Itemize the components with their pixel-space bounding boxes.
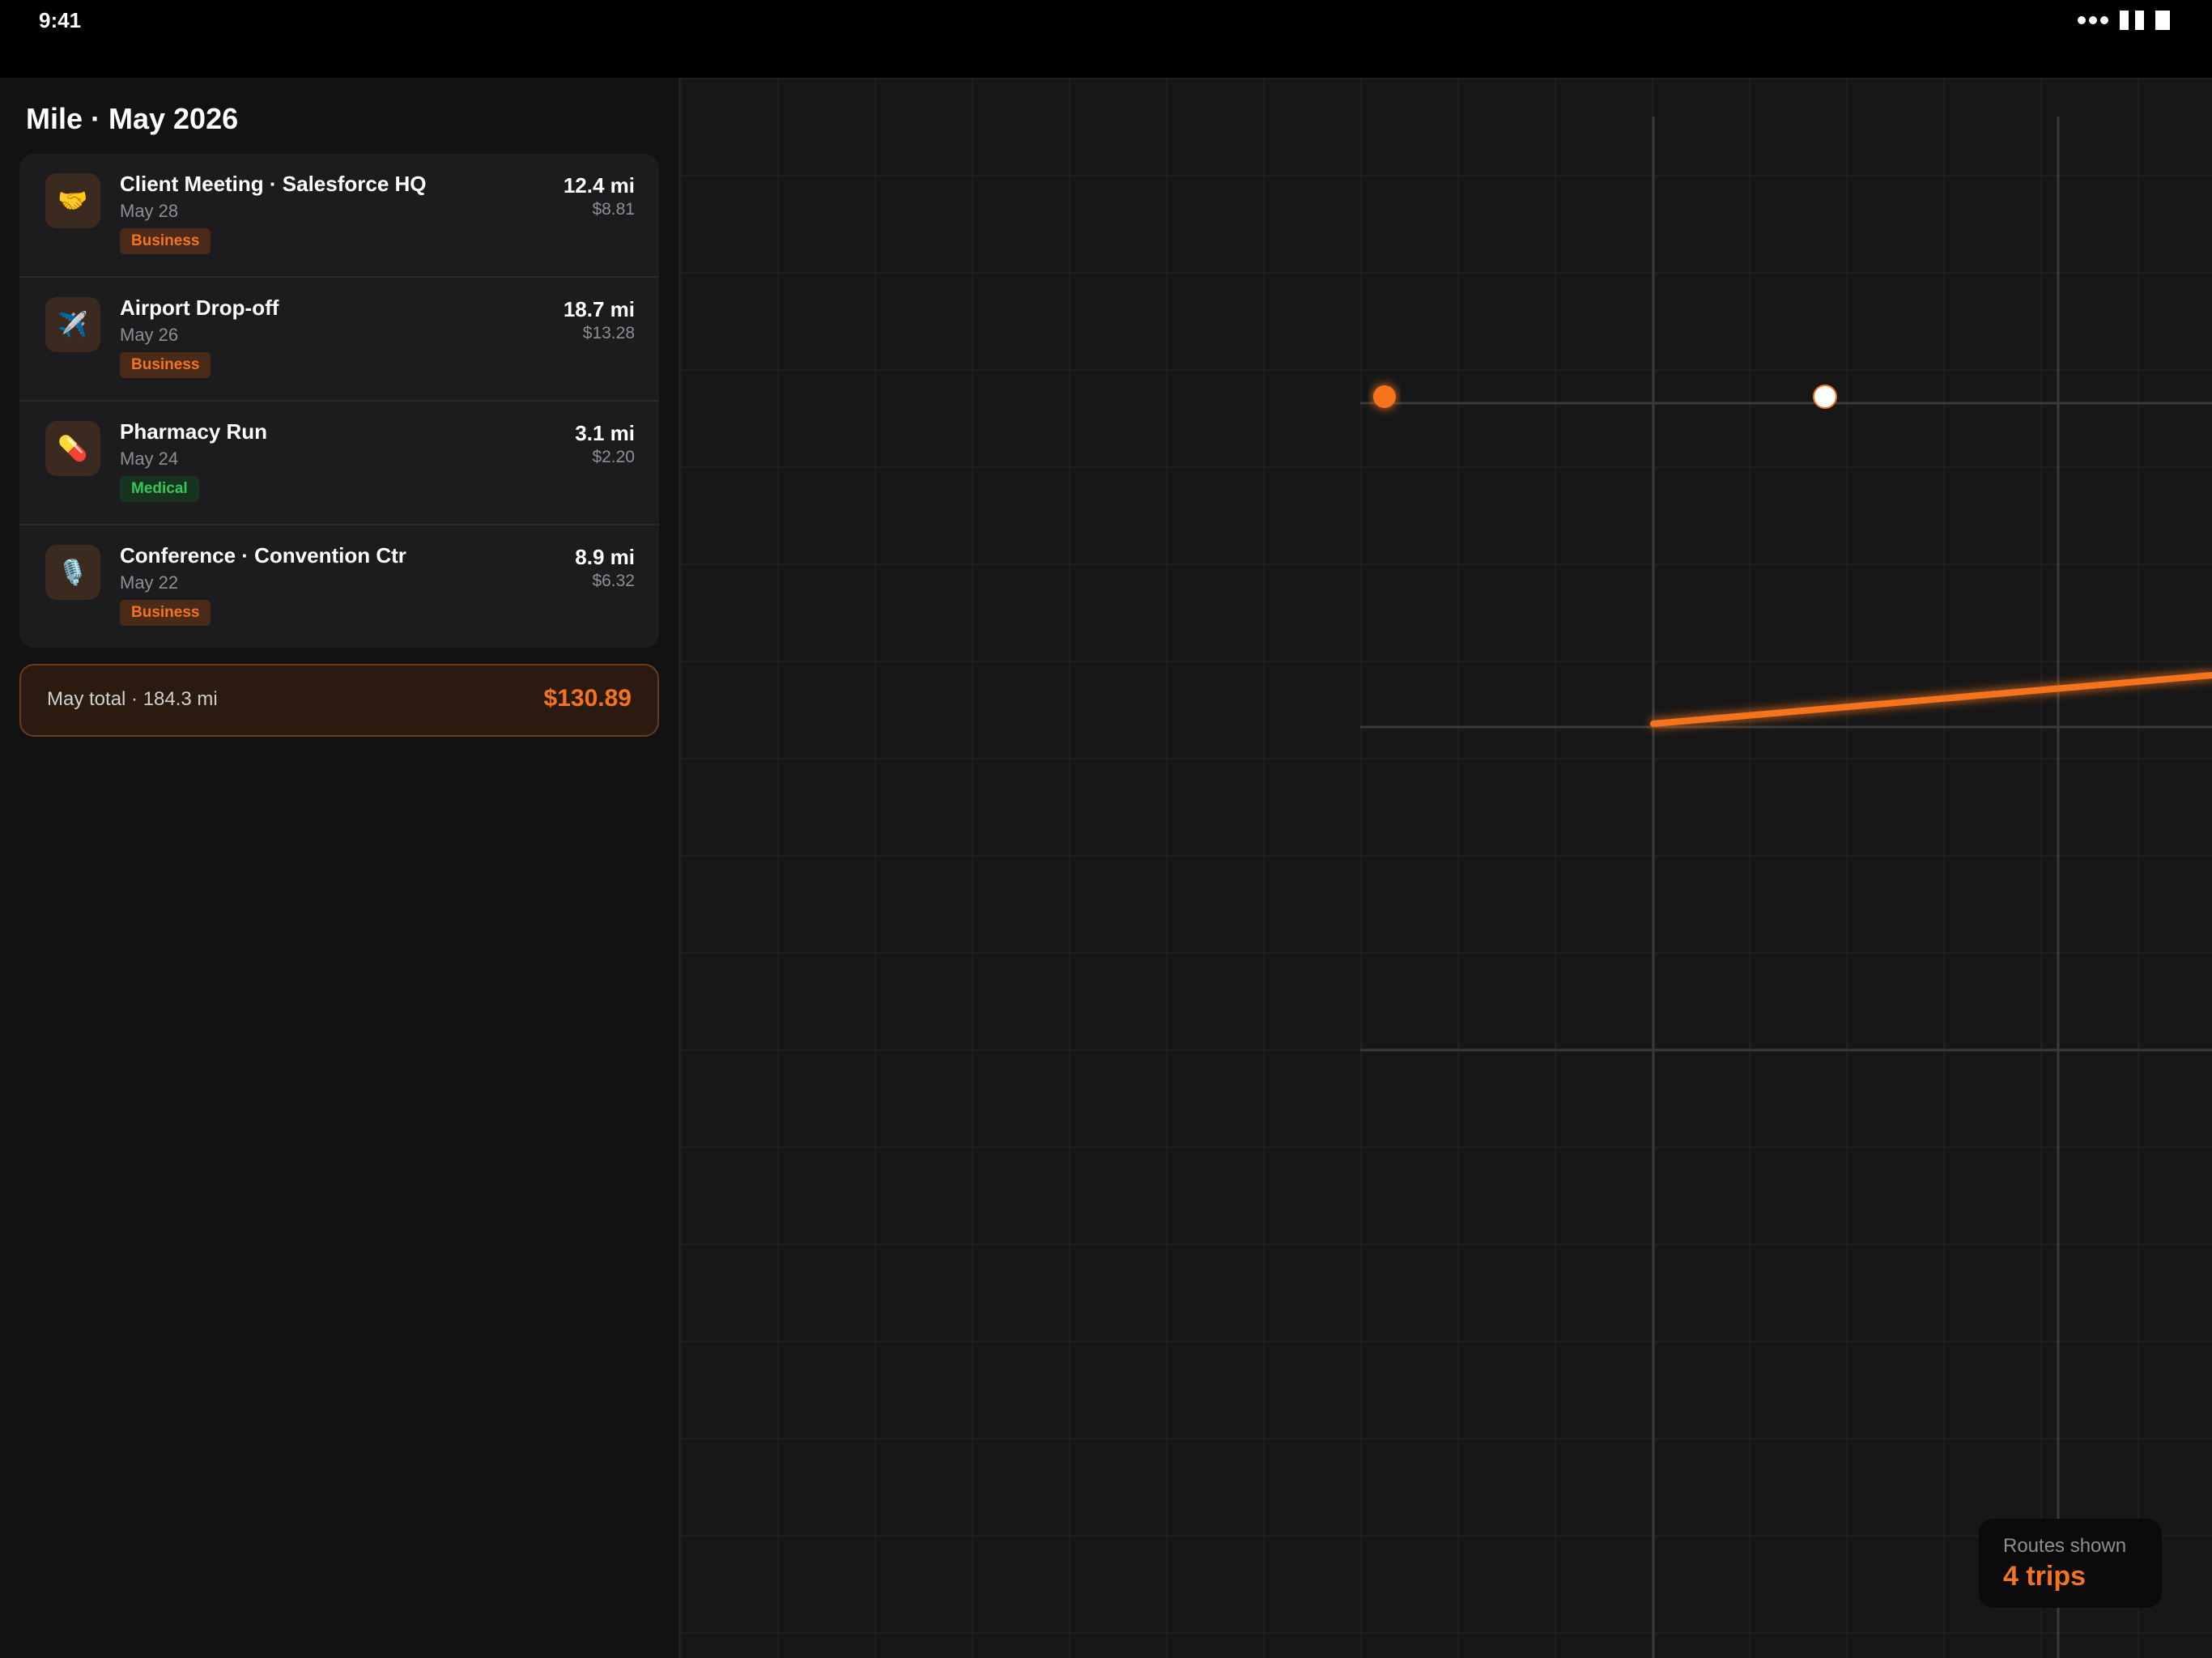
routes-shown-card: Routes shown 4 trips xyxy=(1979,1519,2162,1608)
routes-shown-label: Routes shown xyxy=(2003,1535,2127,1557)
handshake-icon: 🤝 xyxy=(45,173,100,228)
trip-name: Airport Drop-off xyxy=(120,295,279,320)
trip-row[interactable]: ✈️ Airport Drop-off May 26 Business 18.7… xyxy=(19,278,659,402)
signal-dots-icon xyxy=(2078,16,2108,24)
trip-name: Conference · Convention Ctr xyxy=(120,543,406,568)
map-canvas xyxy=(1360,117,2212,1658)
monthly-total-card: May total · 184.3 mi $130.89 xyxy=(19,664,659,737)
page-title: Mile · May 2026 xyxy=(26,102,239,135)
total-value: $130.89 xyxy=(543,685,632,712)
pill-icon: 💊 xyxy=(45,421,100,476)
route-start-marker xyxy=(1373,385,1396,408)
trip-name: Client Meeting · Salesforce HQ xyxy=(120,172,427,196)
total-label: May total · 184.3 mi xyxy=(47,688,218,710)
trip-miles: 3.1 mi xyxy=(575,421,635,445)
trip-row[interactable]: 💊 Pharmacy Run May 24 Medical 3.1 mi $2.… xyxy=(19,402,659,525)
category-badge: Business xyxy=(120,352,211,378)
trip-amount: $8.81 xyxy=(592,200,635,219)
trip-miles: 8.9 mi xyxy=(575,545,635,569)
trip-name: Pharmacy Run xyxy=(120,419,268,444)
trip-miles: 18.7 mi xyxy=(563,297,635,321)
trip-date: May 22 xyxy=(120,572,179,593)
trip-miles: 12.4 mi xyxy=(563,173,635,198)
sidebar: Mile · May 2026 🤝 Client Meeting · Sales… xyxy=(0,78,680,1658)
trip-amount: $6.32 xyxy=(592,572,635,590)
airplane-icon: ✈️ xyxy=(45,297,100,352)
microphone-icon: 🎙️ xyxy=(45,545,100,600)
route-line xyxy=(1650,672,2212,727)
trip-date: May 24 xyxy=(120,449,179,469)
battery-icon xyxy=(2155,11,2170,30)
trip-list: 🤝 Client Meeting · Salesforce HQ May 28 … xyxy=(19,154,659,648)
trip-amount: $13.28 xyxy=(582,324,635,342)
route-end-marker xyxy=(1813,385,1837,409)
category-badge: Medical xyxy=(120,476,199,502)
trip-amount: $2.20 xyxy=(592,448,635,466)
status-bar: 9:41 xyxy=(0,0,2212,78)
trip-date: May 28 xyxy=(120,201,179,221)
status-time: 9:41 xyxy=(39,8,82,32)
category-badge: Business xyxy=(120,600,211,626)
cellular-bars-icon xyxy=(2120,11,2144,30)
category-badge: Business xyxy=(120,228,211,254)
trip-row[interactable]: 🎙️ Conference · Convention Ctr May 22 Bu… xyxy=(19,525,659,648)
trip-row[interactable]: 🤝 Client Meeting · Salesforce HQ May 28 … xyxy=(19,154,659,278)
route-map[interactable]: Routes shown 4 trips xyxy=(680,78,2212,1658)
routes-shown-value: 4 trips xyxy=(2003,1561,2087,1592)
trip-date: May 26 xyxy=(120,325,179,345)
status-icons xyxy=(2078,10,2170,31)
